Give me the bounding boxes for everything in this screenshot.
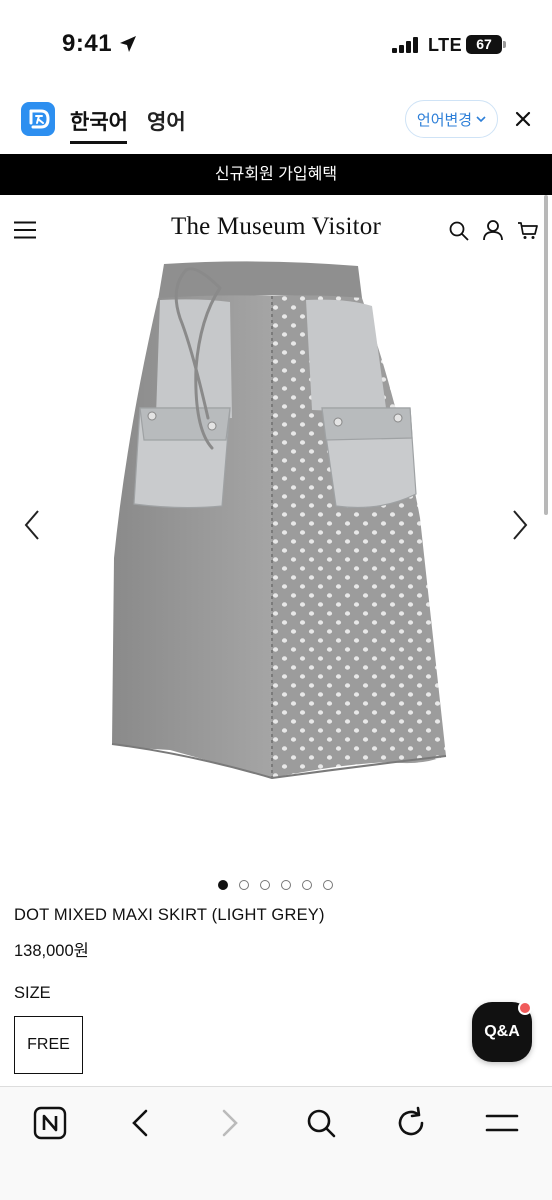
tab-korean[interactable]: 한국어: [70, 106, 128, 136]
browser-toolbar: [0, 1086, 552, 1200]
change-language-label: 언어변경: [416, 111, 473, 129]
gallery-dot[interactable]: [323, 880, 333, 890]
translate-logo-icon: [21, 102, 55, 136]
status-time: 9:41: [62, 30, 113, 57]
page-scrollbar[interactable]: [544, 195, 548, 515]
size-label: SIZE: [14, 984, 51, 1002]
chevron-down-icon: [476, 115, 486, 122]
change-language-button[interactable]: 언어변경: [405, 100, 498, 138]
promo-banner[interactable]: 신규회원 가입혜택: [0, 154, 552, 195]
cart-icon[interactable]: [517, 221, 538, 240]
search-icon[interactable]: [449, 221, 469, 241]
battery-icon: 67: [466, 35, 502, 54]
notification-dot: [518, 1001, 532, 1015]
site-header: The Museum Visitor: [0, 195, 552, 265]
battery-tip: [503, 41, 506, 48]
gallery-dot-active[interactable]: [218, 880, 228, 890]
gallery-dot[interactable]: [260, 880, 270, 890]
product-price: 138,000원: [14, 942, 89, 960]
back-icon[interactable]: [122, 1105, 158, 1141]
close-icon[interactable]: [514, 110, 532, 128]
chevron-left-icon[interactable]: [20, 508, 44, 542]
naver-home-icon[interactable]: [32, 1105, 68, 1141]
search-icon[interactable]: [303, 1105, 339, 1141]
active-tab-indicator: [70, 141, 127, 144]
product-name: DOT MIXED MAXI SKIRT (LIGHT GREY): [14, 906, 325, 924]
user-icon[interactable]: [483, 220, 503, 241]
size-option-free[interactable]: FREE: [14, 1016, 83, 1074]
gallery-dot[interactable]: [239, 880, 249, 890]
carrier-label: LTE: [428, 35, 463, 55]
menu-icon[interactable]: [484, 1105, 520, 1141]
chevron-right-icon[interactable]: [508, 508, 532, 542]
brand-logo[interactable]: The Museum Visitor: [0, 213, 552, 241]
gallery-dot[interactable]: [302, 880, 312, 890]
status-bar: 9:41 LTE 67: [0, 0, 552, 92]
tab-english[interactable]: 영어: [147, 106, 186, 136]
gallery-pagination: [218, 880, 333, 892]
product-image[interactable]: [100, 258, 460, 798]
location-arrow-icon: [120, 36, 136, 52]
signal-bars-icon: [392, 37, 418, 53]
translate-bar: 한국어 영어 언어변경: [0, 92, 552, 154]
gallery-dot[interactable]: [281, 880, 291, 890]
reload-icon[interactable]: [393, 1105, 429, 1141]
forward-icon[interactable]: [212, 1105, 248, 1141]
